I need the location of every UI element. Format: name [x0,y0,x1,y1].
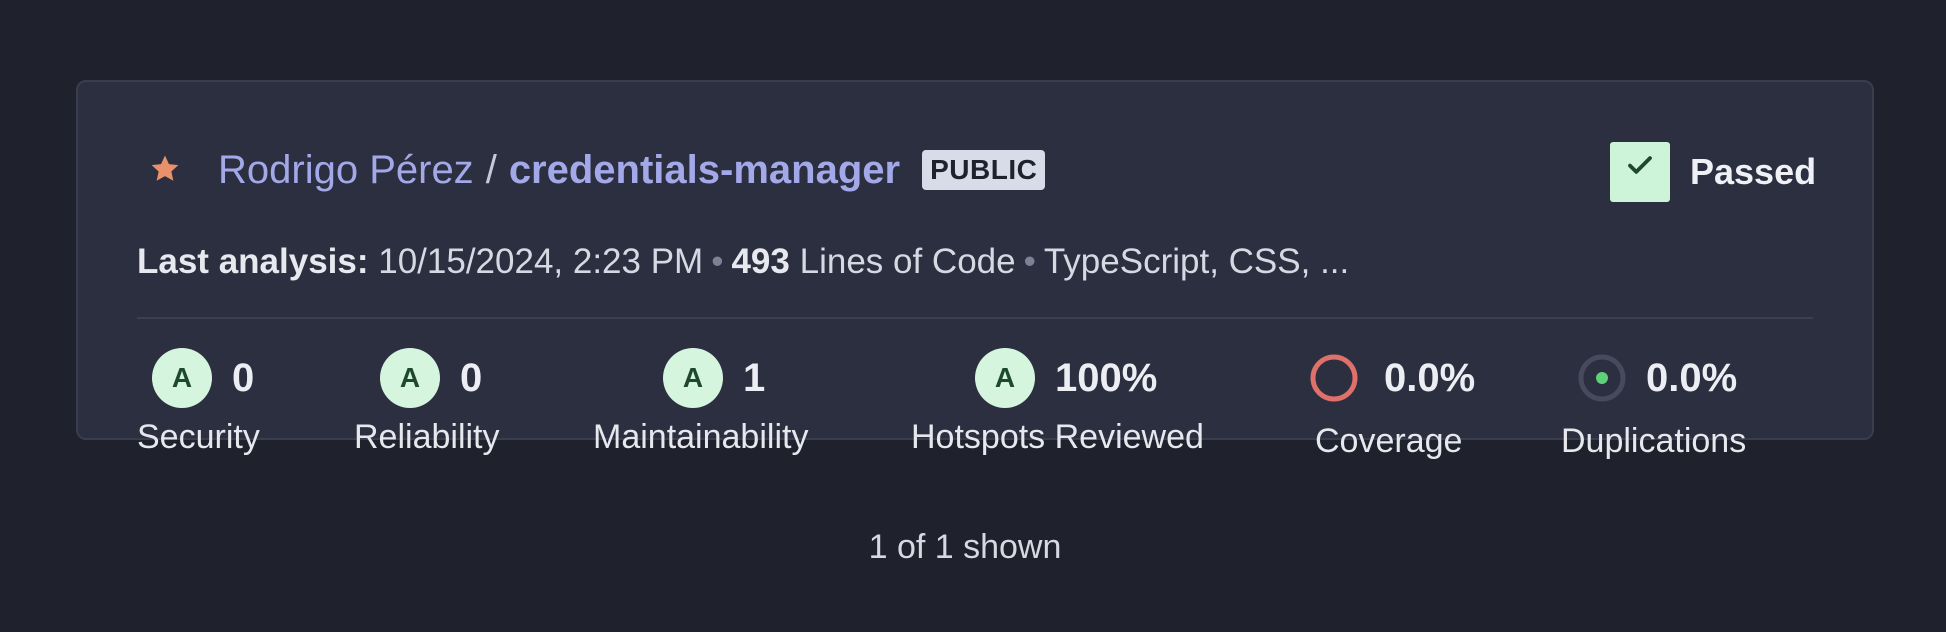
meta-bullet: • [711,242,724,281]
metric-security[interactable]: A 0 [152,348,254,408]
maintainability-label: Maintainability [593,418,809,456]
visibility-badge: PUBLIC [922,150,1046,190]
last-analysis-value: 10/15/2024, 2:23 PM [378,242,704,281]
hotspots-label: Hotspots Reviewed [911,418,1204,456]
security-label: Security [137,418,260,456]
security-value[interactable]: 0 [232,356,254,401]
metric-coverage[interactable]: 0.0% [1308,348,1475,408]
divider [137,317,1813,319]
languages-list: TypeScript, CSS, ... [1043,242,1350,281]
coverage-ring-icon [1310,354,1358,402]
reliability-value[interactable]: 0 [460,356,482,401]
metric-reliability[interactable]: A 0 [380,348,482,408]
hotspots-value[interactable]: 100% [1055,356,1157,401]
star-icon[interactable] [148,152,182,186]
project-owner-link[interactable]: Rodrigo Pérez [218,146,474,194]
quality-gate-indicator [1610,142,1670,202]
metric-maintainability[interactable]: A 1 [663,348,765,408]
check-icon [1628,156,1652,174]
reliability-grade-badge: A [380,348,440,408]
lines-of-code-label: Lines of Code [799,242,1016,281]
quality-gate-label: Passed [1690,151,1817,192]
maintainability-value[interactable]: 1 [743,356,765,401]
lines-of-code-value: 493 [731,242,790,281]
metric-duplications[interactable]: 0.0% [1576,348,1737,408]
quality-gate-status: Passed [1610,142,1816,202]
coverage-value[interactable]: 0.0% [1384,356,1475,401]
hotspots-grade-badge: A [975,348,1035,408]
duplications-ring-icon [1578,354,1626,402]
last-analysis-label: Last analysis: [137,242,369,281]
duplications-value[interactable]: 0.0% [1646,356,1737,401]
project-name-link[interactable]: credentials-manager [509,146,900,194]
results-count: 1 of 1 shown [868,528,1062,566]
metric-hotspots-reviewed[interactable]: A 100% [975,348,1157,408]
analysis-meta: Last analysis: 10/15/2024, 2:23 PM • 493 L… [137,240,1349,284]
title-separator: / [485,148,497,192]
maintainability-grade-badge: A [663,348,723,408]
reliability-label: Reliability [354,418,500,456]
coverage-label: Coverage [1315,422,1463,460]
project-title: Rodrigo Pérez / credentials-manager PUBL… [218,146,1046,194]
duplications-label: Duplications [1561,422,1747,460]
security-grade-badge: A [152,348,212,408]
meta-bullet: • [1023,242,1036,281]
